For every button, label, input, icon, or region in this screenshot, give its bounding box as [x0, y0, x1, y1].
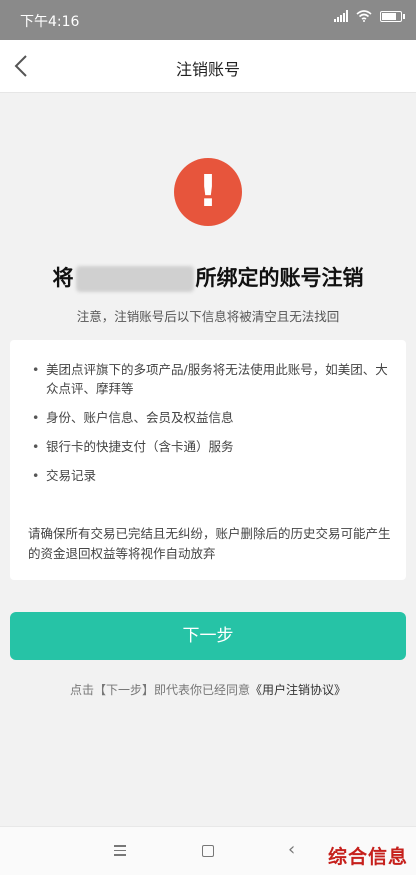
wifi-icon — [356, 10, 372, 22]
page-title: 注销账号 — [175, 60, 240, 79]
next-button[interactable]: 下一步 — [10, 612, 406, 660]
back-nav-icon[interactable]: ‹ — [288, 839, 295, 860]
agreement-text: 点击【下一步】即代表你已经同意《用户注销协议》 — [0, 681, 416, 698]
status-bar: 下午4:16 — [0, 0, 416, 40]
agreement-prefix: 点击【下一步】即代表你已经同意 — [69, 683, 250, 697]
agreement-link[interactable]: 《用户注销协议》 — [250, 683, 346, 697]
cleared-items-list: 美团点评旗下的多项产品/服务将无法使用此账号，如美团、大众点评、摩拜等 身份、账… — [32, 360, 390, 495]
notice-text: 注意，注销账号后以下信息将被清空且无法找回 — [76, 309, 340, 324]
status-time: 下午4:16 — [20, 14, 80, 30]
battery-icon — [380, 10, 405, 22]
warning-text: 请确保所有交易已完结且无纠纷，账户删除后的历史交易可能产生的资金退回权益等将视作… — [28, 526, 391, 561]
list-item: 美团点评旗下的多项产品/服务将无法使用此账号，如美团、大众点评、摩拜等 — [32, 360, 390, 398]
heading-prefix: 将 — [52, 266, 74, 290]
menu-icon[interactable] — [114, 845, 126, 859]
list-item: 交易记录 — [32, 466, 390, 485]
main-heading: 将 所绑定的账号注销 — [0, 262, 416, 292]
home-icon[interactable] — [202, 845, 214, 857]
heading-suffix: 所绑定的账号注销 — [195, 266, 364, 290]
list-item: 银行卡的快捷支付（含卡通）服务 — [32, 437, 390, 456]
masked-account — [75, 266, 194, 292]
nav-bar: 注销账号 — [0, 40, 416, 93]
watermark-text: 综合信息 — [327, 846, 408, 868]
status-icons — [334, 10, 405, 22]
cellular-signal-icon — [334, 10, 348, 22]
warning-icon: ! — [174, 158, 242, 226]
list-item: 身份、账户信息、会员及权益信息 — [32, 408, 390, 427]
info-card: 美团点评旗下的多项产品/服务将无法使用此账号，如美团、大众点评、摩拜等 身份、账… — [10, 340, 406, 580]
